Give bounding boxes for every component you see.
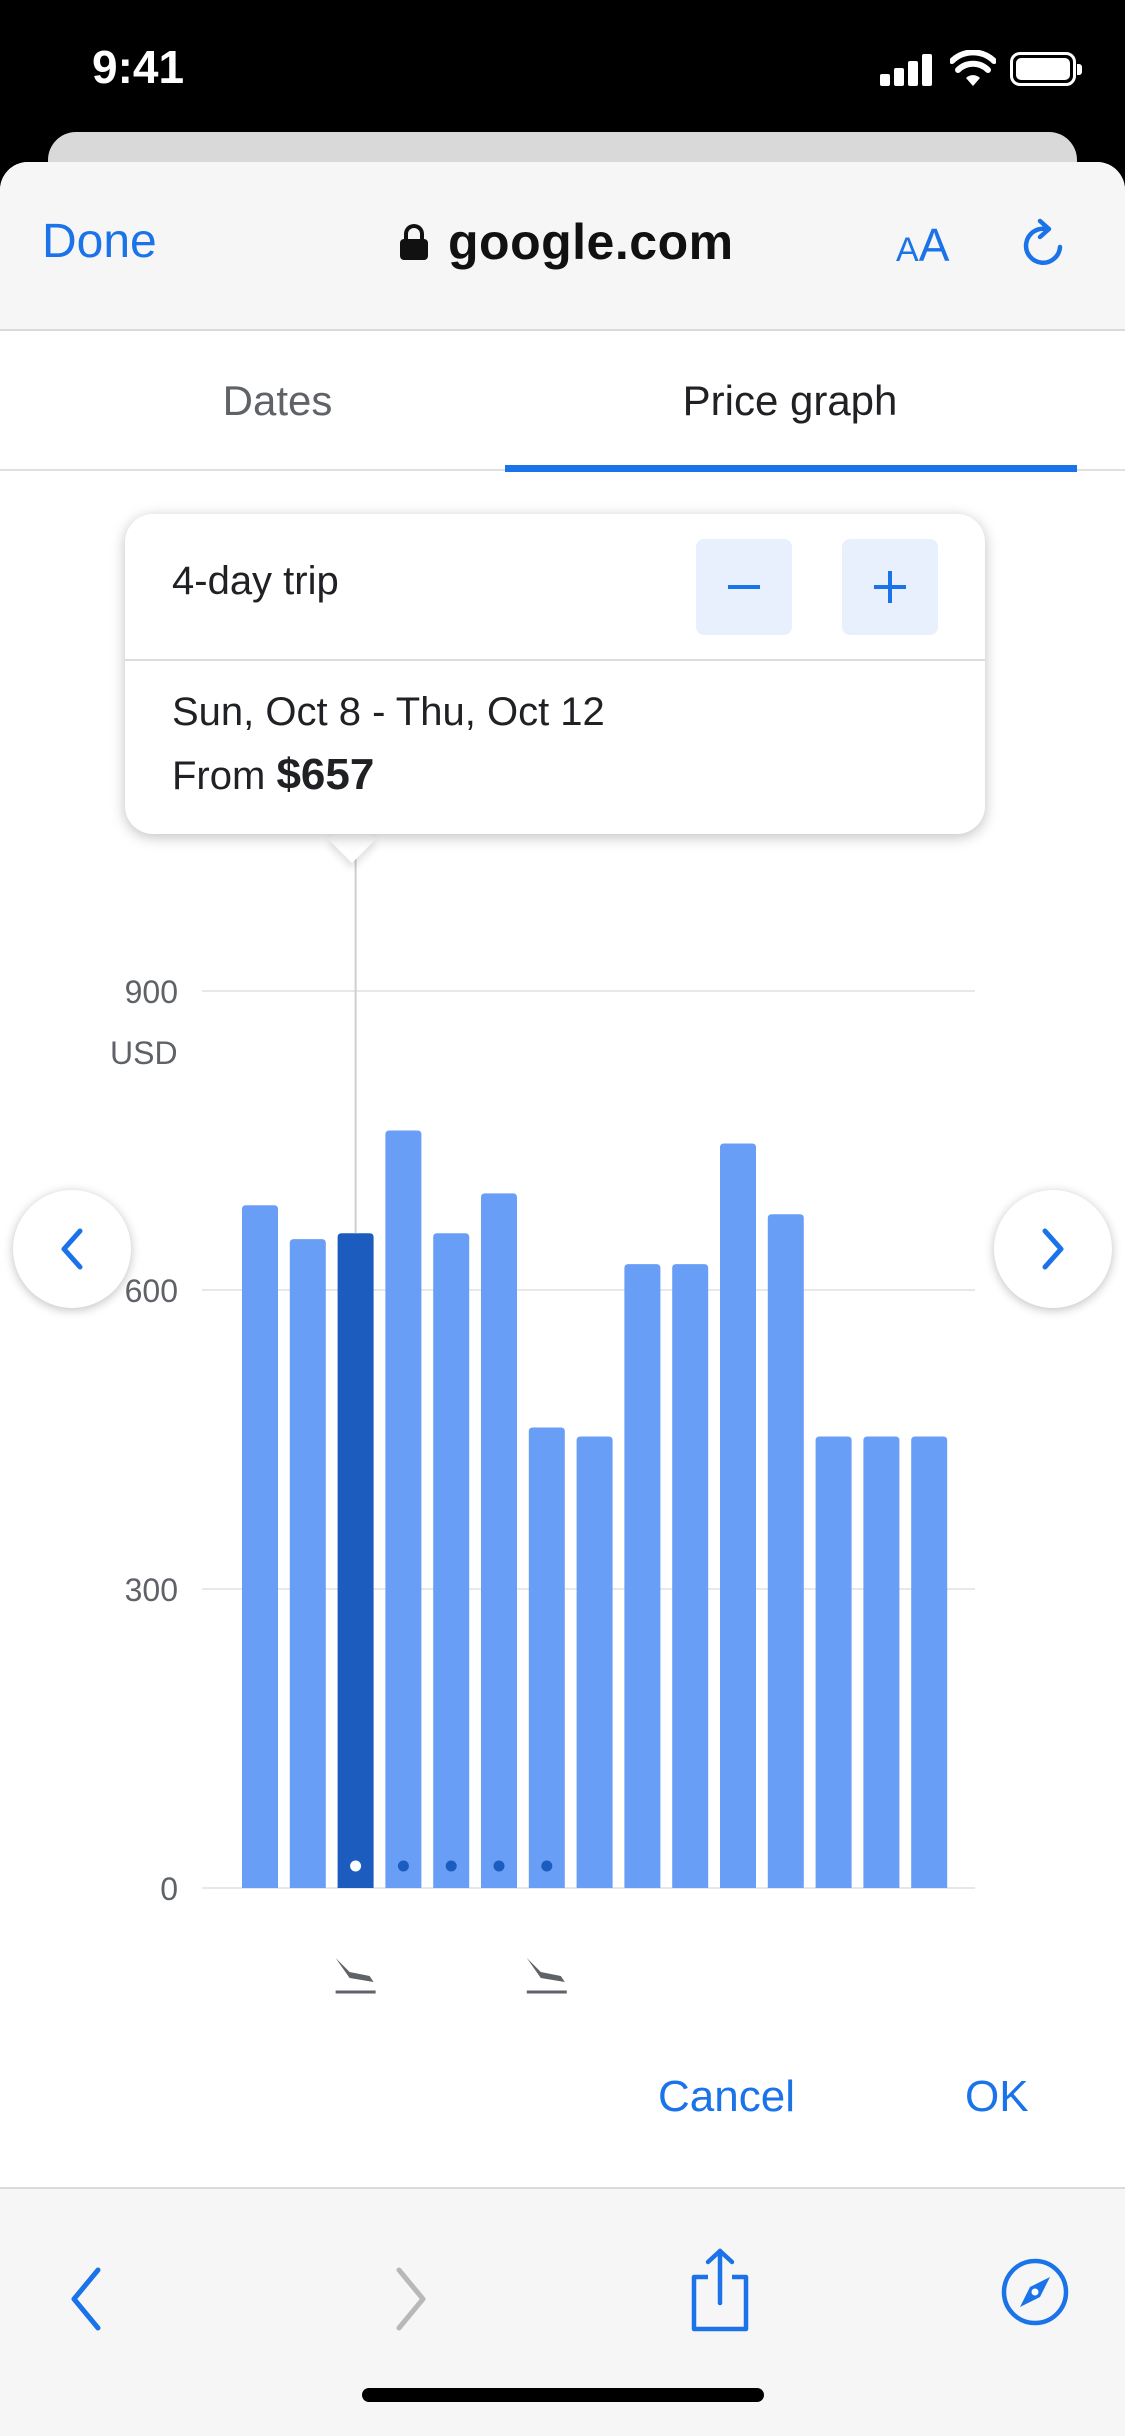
trip-day-dot: [445, 1860, 457, 1872]
trip-price-line: From $657: [172, 750, 374, 800]
price-bar[interactable]: [815, 1436, 852, 1888]
minus-icon: [728, 585, 760, 589]
price-bar[interactable]: [289, 1239, 326, 1888]
cancel-button[interactable]: Cancel: [658, 2072, 795, 2122]
compass-icon[interactable]: [1000, 2257, 1070, 2327]
status-time: 9:41: [92, 41, 185, 93]
price-bar[interactable]: [337, 1233, 374, 1888]
back-icon[interactable]: [62, 2264, 112, 2334]
trip-length-label: 4-day trip: [172, 559, 339, 603]
price-bar[interactable]: [672, 1264, 709, 1888]
done-button[interactable]: Done: [42, 214, 157, 269]
price-bar[interactable]: [767, 1214, 804, 1888]
departure-flight-icon: [335, 1958, 376, 1994]
lock-icon: [400, 224, 428, 260]
address-bar[interactable]: google.com: [400, 212, 734, 272]
home-indicator: [362, 2388, 764, 2402]
reload-icon[interactable]: [1016, 217, 1072, 273]
price-bar[interactable]: [720, 1143, 756, 1888]
increase-trip-length-button[interactable]: [842, 539, 938, 635]
share-icon[interactable]: [688, 2247, 752, 2335]
from-label: From: [172, 754, 266, 798]
price-graph-chart: 0 300 600 900 USD: [110, 852, 975, 1994]
trip-day-dot: [541, 1860, 553, 1872]
aa-small-label: A: [896, 231, 919, 269]
trip-day-dot: [493, 1860, 505, 1872]
trip-card: 4-day trip Sun, Oct 8 - Thu, Oct 12 From…: [125, 514, 985, 834]
plus-icon: [874, 571, 906, 603]
y-tick-label: 600: [125, 1273, 178, 1309]
chevron-left-icon: [61, 1228, 83, 1270]
browser-top-bar: Done google.com AA: [0, 162, 1125, 331]
reader-text-size-button[interactable]: AA: [896, 218, 949, 272]
price-bar[interactable]: [242, 1205, 278, 1888]
price-bar[interactable]: [911, 1436, 948, 1888]
y-axis-unit-label: USD: [110, 1035, 178, 1071]
return-flight-icon: [526, 1958, 567, 1994]
tab-bar: Dates Price graph: [0, 331, 1125, 472]
ok-button[interactable]: OK: [965, 2072, 1029, 2122]
price-bar[interactable]: [385, 1130, 422, 1888]
browser-sheet: Done google.com AA Dates Price graph 0 30…: [0, 162, 1125, 2436]
aa-big-label: A: [918, 219, 950, 271]
wifi-icon: [950, 50, 996, 86]
chevron-right-icon: [1042, 1228, 1064, 1270]
price-bar[interactable]: [433, 1233, 470, 1888]
status-bar: 9:41: [0, 0, 1125, 150]
price-bar[interactable]: [528, 1427, 565, 1888]
y-tick-label: 0: [160, 1871, 178, 1907]
plane-glyph: [335, 1958, 374, 1982]
trip-price: $657: [276, 750, 375, 799]
trip-dates: Sun, Oct 8 - Thu, Oct 12: [172, 690, 605, 734]
y-tick-label: 900: [125, 974, 178, 1010]
cellular-signal-icon: [880, 54, 934, 86]
plane-glyph: [526, 1958, 565, 1982]
trip-day-dot: [397, 1860, 409, 1872]
price-bar[interactable]: [863, 1436, 900, 1888]
next-dates-button[interactable]: [994, 1190, 1112, 1308]
tab-price-graph[interactable]: Price graph: [505, 331, 1075, 471]
price-bar[interactable]: [576, 1436, 613, 1888]
forward-icon[interactable]: [385, 2264, 435, 2334]
price-bar[interactable]: [624, 1264, 661, 1888]
decrease-trip-length-button[interactable]: [696, 539, 792, 635]
trip-day-dot: [350, 1860, 362, 1872]
battery-icon: [1010, 52, 1082, 86]
price-bar[interactable]: [481, 1193, 517, 1888]
tab-selected-indicator: [505, 465, 1077, 472]
y-tick-label: 300: [125, 1572, 178, 1608]
previous-dates-button[interactable]: [13, 1190, 131, 1308]
url-text: google.com: [448, 214, 734, 270]
tab-dates[interactable]: Dates: [0, 331, 555, 471]
card-divider: [125, 659, 985, 661]
